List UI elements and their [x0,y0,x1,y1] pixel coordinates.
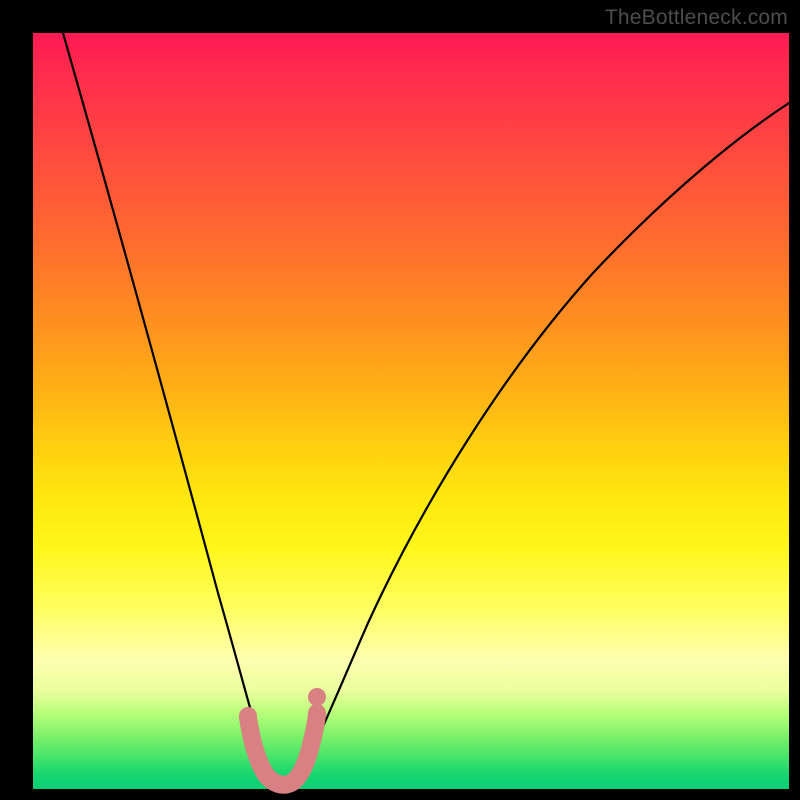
highlight-marker [248,715,317,785]
bottleneck-curve [63,33,789,785]
highlight-dot [239,707,257,725]
watermark-text: TheBottleneck.com [605,6,788,30]
highlight-dot [308,688,326,706]
plot-area [33,33,789,789]
highlight-dot [308,704,326,722]
curve-svg [33,33,789,789]
chart-stage: TheBottleneck.com [0,0,800,800]
